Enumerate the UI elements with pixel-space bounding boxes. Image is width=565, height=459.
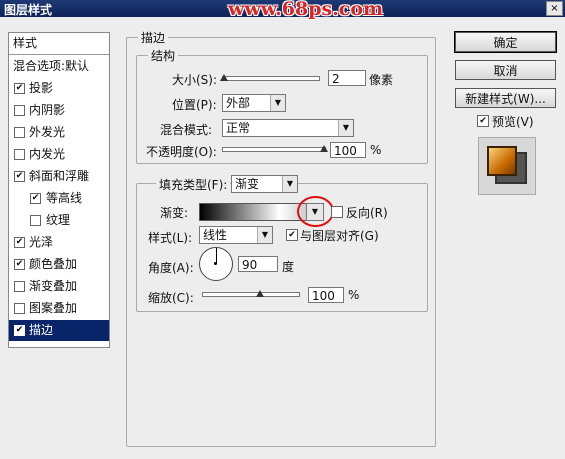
style-item[interactable]: ✔ 斜面和浮雕 — [9, 166, 109, 187]
style-item-checkbox[interactable] — [14, 127, 25, 138]
chevron-down-icon: ▼ — [270, 95, 285, 111]
style-item-label: 纹理 — [46, 213, 71, 227]
size-slider[interactable] — [222, 76, 320, 81]
style-item[interactable]: 图案叠加 — [9, 298, 109, 319]
align-layer-checkbox[interactable]: ✔ — [286, 229, 298, 241]
angle-center — [214, 262, 217, 265]
style-item[interactable]: 外发光 — [9, 122, 109, 143]
style-item[interactable]: ✔ 投影 — [9, 78, 109, 99]
divider — [9, 54, 109, 55]
style-label: 样式(L): — [148, 231, 193, 245]
opacity-slider[interactable] — [222, 147, 326, 152]
window-title: 图层样式 — [4, 3, 53, 17]
style-item-label: 描边 — [29, 323, 54, 337]
style-item-label: 渐变叠加 — [29, 279, 78, 293]
chevron-down-icon: ▼ — [338, 120, 353, 136]
gradient-label: 渐变: — [160, 206, 189, 220]
watermark-text: www.68ps.com — [228, 0, 384, 20]
styles-header[interactable]: 样式 — [9, 33, 109, 54]
close-icon[interactable]: × — [546, 1, 563, 16]
blend-options-item[interactable]: 混合选项:默认 — [9, 56, 109, 77]
scale-unit: % — [348, 288, 360, 302]
style-item-label: 光泽 — [29, 235, 54, 249]
style-select[interactable]: 线性 ▼ — [199, 226, 273, 244]
style-item[interactable]: 内发光 — [9, 144, 109, 165]
style-item-checkbox[interactable]: ✔ — [14, 259, 25, 270]
style-item-checkbox[interactable] — [14, 303, 25, 314]
fill-type-select[interactable]: 渐变 ▼ — [231, 175, 298, 193]
blend-mode-select[interactable]: 正常 ▼ — [222, 119, 354, 137]
style-item-label: 图案叠加 — [29, 301, 78, 315]
style-item[interactable]: ✔ 等高线 — [9, 188, 109, 209]
new-style-button[interactable]: 新建样式(W)... — [455, 88, 556, 108]
size-slider-thumb[interactable] — [219, 74, 228, 81]
style-item[interactable]: ✔ 颜色叠加 — [9, 254, 109, 275]
chevron-down-icon: ▼ — [282, 176, 297, 192]
style-item-label: 内发光 — [29, 147, 66, 161]
cancel-button[interactable]: 取消 — [455, 60, 556, 80]
opacity-slider-thumb[interactable] — [320, 145, 328, 152]
style-item-checkbox[interactable]: ✔ — [30, 193, 41, 204]
style-item-checkbox[interactable]: ✔ — [14, 237, 25, 248]
style-item-label: 等高线 — [46, 191, 83, 205]
angle-label: 角度(A): — [148, 261, 194, 275]
style-item-label: 外发光 — [29, 125, 66, 139]
style-item-checkbox[interactable] — [14, 149, 25, 160]
angle-dial[interactable] — [199, 247, 233, 281]
position-select[interactable]: 外部 ▼ — [222, 94, 286, 112]
opacity-input[interactable]: 100 — [330, 142, 366, 158]
scale-input[interactable]: 100 — [308, 287, 344, 303]
style-item-checkbox[interactable] — [14, 281, 25, 292]
style-preview-thumbnail — [478, 137, 536, 195]
style-item[interactable]: ✔ 描边 — [9, 320, 109, 341]
style-item[interactable]: 内阴影 — [9, 100, 109, 121]
style-item-checkbox[interactable]: ✔ — [14, 83, 25, 94]
style-item-checkbox[interactable]: ✔ — [14, 325, 25, 336]
preview-gold-shape — [487, 146, 517, 176]
scale-slider-thumb[interactable] — [255, 290, 264, 297]
styles-list: 样式 混合选项:默认 ✔ 投影内阴影外发光内发光 ✔ 斜面和浮雕 ✔ 等高线纹理 ✔ 光泽 ✔ 颜… — [8, 32, 110, 348]
align-layer-label: 与图层对齐(G) — [300, 229, 379, 243]
style-item-label: 投影 — [29, 81, 54, 95]
angle-unit: 度 — [282, 260, 295, 274]
style-item[interactable]: ✔ 光泽 — [9, 232, 109, 253]
reverse-checkbox[interactable] — [331, 206, 343, 218]
blend-mode-label: 混合模式: — [160, 123, 213, 137]
style-item-checkbox[interactable] — [30, 215, 41, 226]
structure-title: 结构 — [148, 47, 179, 64]
opacity-unit: % — [370, 143, 382, 157]
fill-type-label: 填充类型(F): — [156, 176, 231, 193]
style-item[interactable]: 纹理 — [9, 210, 109, 231]
style-item-checkbox[interactable] — [14, 105, 25, 116]
size-label: 大小(S): — [172, 73, 218, 87]
preview-checkbox[interactable]: ✔ — [477, 115, 489, 127]
style-item-label: 内阴影 — [29, 103, 66, 117]
scale-label: 缩放(C): — [148, 291, 194, 305]
reverse-label: 反向(R) — [346, 206, 388, 220]
preview-label: 预览(V) — [492, 115, 534, 129]
chevron-down-icon: ▼ — [257, 227, 272, 243]
gradient-picker[interactable] — [199, 203, 307, 221]
style-item-checkbox[interactable]: ✔ — [14, 171, 25, 182]
style-item[interactable]: 渐变叠加 — [9, 276, 109, 297]
angle-input[interactable]: 90 — [238, 256, 278, 272]
size-unit: 像素 — [369, 73, 394, 87]
scale-slider[interactable] — [202, 292, 300, 297]
opacity-label: 不透明度(O): — [146, 145, 217, 159]
ok-button[interactable]: 确定 — [454, 31, 557, 53]
title-bar: 图层样式 www.68ps.com × — [0, 0, 565, 20]
highlight-circle — [297, 196, 334, 227]
position-label: 位置(P): — [172, 98, 217, 112]
size-input[interactable]: 2 — [328, 70, 366, 86]
style-item-label: 颜色叠加 — [29, 257, 78, 271]
stroke-section-title: 描边 — [138, 29, 169, 46]
style-item-label: 斜面和浮雕 — [29, 169, 90, 183]
